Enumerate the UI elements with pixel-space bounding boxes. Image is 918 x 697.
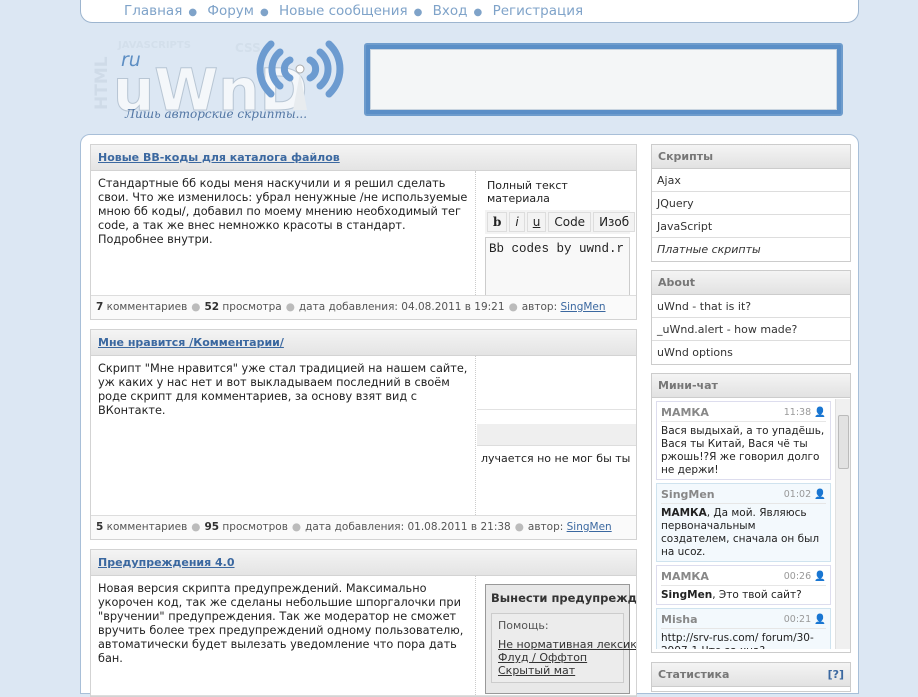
user-icon[interactable]: 👤 (814, 571, 826, 582)
sidebar-item-about[interactable]: uWnd - that is it? (652, 295, 850, 318)
chat-message: МАМКА 00:26 👤 SingMen, Это твой сайт? (656, 565, 831, 605)
help-link[interactable]: [?] (828, 668, 844, 681)
post-preview: лучается но не мог бы ты (477, 356, 636, 515)
help-link[interactable]: Флуд / Оффтоп (498, 651, 617, 664)
nav-separator: ● (473, 7, 483, 18)
chat-scrollbar[interactable] (835, 399, 850, 649)
bbcode-toolbar: b i u Code Изоб (485, 210, 636, 234)
code-button[interactable]: Code (548, 212, 592, 232)
nav-home[interactable]: Главная (124, 3, 182, 19)
sidebar-item-jquery[interactable]: JQuery (652, 192, 850, 215)
post-item: Предупреждения 4.0 Новая версия скрипта … (90, 549, 637, 697)
chat-message: МАМКА 11:38 👤 Вася выдыхай, а то упадёшь, … (656, 401, 831, 480)
nav-separator: ● (413, 7, 423, 18)
italic-button[interactable]: i (509, 212, 525, 232)
nav-separator: ● (188, 7, 198, 18)
user-icon[interactable]: 👤 (814, 614, 826, 625)
help-link[interactable]: Скрытый мат (498, 664, 617, 677)
code-textarea[interactable]: Bb codes by uwnd.r (485, 237, 630, 295)
help-link[interactable]: Не нормативная лексика (498, 638, 636, 651)
svg-text:CSS: CSS (235, 41, 261, 55)
post-excerpt: Новая версия скрипта предупреждений. Мак… (91, 576, 476, 695)
logo-tagline: Лишь авторские скрипты... (124, 107, 307, 121)
post-excerpt: Стандартные бб коды меня наскучили и я р… (91, 171, 476, 295)
sidebar-item-alert[interactable]: _uWnd.alert - how made? (652, 318, 850, 341)
block-title: Статистика (658, 668, 730, 681)
header-banner (364, 43, 843, 116)
warning-dialog-title: Вынести предупреждение (491, 591, 636, 605)
post-title-link[interactable]: Новые BB-коды для каталога файлов (98, 151, 340, 164)
sidebar-item-javascript[interactable]: JavaScript (652, 215, 850, 238)
chat-message: SingMen 01:02 👤 МАМКА, Да мой. Являюсь пер… (656, 483, 831, 562)
chat-message: Misha 00:21 👤 http://srv-rus.com/ forum/30… (656, 608, 831, 649)
post-meta: 5 комментариев ● 95 просмотров ● дата добавл… (91, 516, 636, 539)
about-block: About uWnd - that is it? _uWnd.alert - h… (651, 270, 851, 365)
post-item: Новые BB-коды для каталога файлов Станда… (90, 144, 637, 320)
sidebar-item-ajax[interactable]: Ajax (652, 169, 850, 192)
bold-button[interactable]: b (487, 212, 508, 232)
post-title-link[interactable]: Мне нравится /Комментарии/ (98, 336, 284, 349)
block-title: About (652, 271, 850, 295)
nav-register[interactable]: Регистрация (493, 3, 584, 19)
post-title-link[interactable]: Предупреждения 4.0 (98, 556, 235, 569)
image-button[interactable]: Изоб (593, 212, 636, 232)
post-item: Мне нравится /Комментарии/ Скрипт "Мне н… (90, 329, 637, 540)
post-preview: Вынести предупреждение Помощь: Не нормат… (477, 576, 636, 695)
post-preview: Полный текст материала b i u Code Изоб Bb co… (477, 171, 636, 295)
user-icon[interactable]: 👤 (814, 489, 826, 500)
sidebar-item-options[interactable]: uWnd options (652, 341, 850, 364)
nav-separator: ● (259, 7, 269, 18)
author-link[interactable]: SingMen (560, 301, 605, 313)
post-excerpt: Скрипт "Мне нравится" уже стал традицией… (91, 356, 476, 515)
nav-forum[interactable]: Форум (207, 3, 254, 19)
post-meta: 7 комментариев ● 52 просмотра ● дата добавле… (91, 296, 636, 319)
author-link[interactable]: SingMen (567, 521, 612, 533)
site-logo[interactable]: HTML JAVASCRIPTS CSS ru uWnD Лишь авторс… (85, 28, 360, 128)
help-label: Помощь: (498, 619, 549, 632)
nav-new-messages[interactable]: Новые сообщения (279, 3, 408, 19)
preview-text: лучается но не мог бы ты (481, 452, 631, 465)
block-title: Скрипты (652, 145, 850, 169)
user-icon[interactable]: 👤 (814, 407, 826, 418)
sidebar-item-paid-scripts[interactable]: Платные скрипты (652, 238, 850, 261)
minichat-block: Мини-чат МАМКА 11:38 👤 Вася выдыхай, а то … (651, 373, 851, 653)
stats-block: Статистика [?] (651, 662, 851, 692)
scripts-block: Скрипты Ajax JQuery JavaScript Платные с… (651, 144, 851, 262)
nav-login[interactable]: Вход (433, 3, 468, 19)
top-nav: Главная ● Форум ● Новые сообщения ● Вход ● Р… (80, 0, 859, 23)
svg-text:HTML: HTML (92, 56, 112, 110)
chat-messages: МАМКА 11:38 👤 Вася выдыхай, а то упадёшь, … (652, 399, 835, 649)
preview-label: Полный текст материала (487, 179, 568, 205)
underline-button[interactable]: u (526, 212, 547, 232)
block-title: Мини-чат (652, 374, 850, 398)
